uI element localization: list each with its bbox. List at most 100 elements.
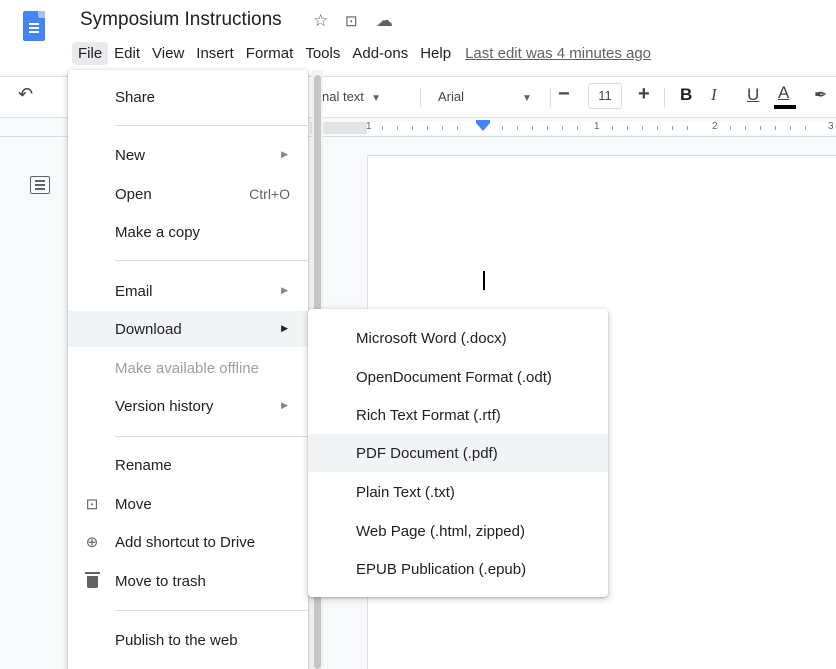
document-outline-icon[interactable] <box>30 176 50 194</box>
submenu-arrow-icon: ▶ <box>281 285 288 295</box>
menu-item-label: PDF Document (.pdf) <box>356 445 498 462</box>
menu-view[interactable]: View <box>146 42 190 65</box>
menu-insert[interactable]: Insert <box>190 42 240 65</box>
ruler-label: 3 <box>828 121 834 132</box>
menu-divider <box>115 610 308 611</box>
menu-item-move[interactable]: ⊡ Move <box>68 486 308 522</box>
ruler-tick <box>730 126 731 130</box>
shortcut-label: Ctrl+O <box>249 186 290 202</box>
last-edit-link[interactable]: Last edit was 4 minutes ago <box>465 45 651 62</box>
download-item-docx[interactable]: Microsoft Word (.docx) <box>308 319 608 357</box>
font-select[interactable]: Arial ▼ <box>438 89 532 104</box>
menu-help[interactable]: Help <box>414 42 457 65</box>
trash-icon <box>85 572 100 574</box>
ruler-tick <box>412 126 413 130</box>
underline-button[interactable]: U <box>747 85 759 105</box>
download-item-epub[interactable]: EPUB Publication (.epub) <box>308 550 608 588</box>
ruler-tick <box>382 126 383 130</box>
ruler-tick <box>657 126 658 130</box>
ruler-tick <box>760 126 761 130</box>
menu-item-make-copy[interactable]: Make a copy <box>68 214 308 250</box>
trash-icon <box>87 576 98 588</box>
menu-item-label: Move to trash <box>115 573 206 590</box>
font-size-input[interactable]: 11 <box>588 83 622 109</box>
ruler-tick <box>687 126 688 130</box>
menu-item-label: Publish to the web <box>115 632 238 649</box>
decrease-font-size-button[interactable]: − <box>558 83 570 106</box>
chevron-down-icon: ▼ <box>371 93 382 104</box>
menu-item-label: OpenDocument Format (.odt) <box>356 369 552 386</box>
download-item-odt[interactable]: OpenDocument Format (.odt) <box>308 358 608 396</box>
menu-divider <box>115 436 308 437</box>
download-item-rtf[interactable]: Rich Text Format (.rtf) <box>308 396 608 434</box>
ruler-label: 2 <box>712 121 718 132</box>
menu-item-label: Rename <box>115 457 172 474</box>
menu-item-label: Move <box>115 496 152 513</box>
download-item-html[interactable]: Web Page (.html, zipped) <box>308 512 608 550</box>
left-indent-handle[interactable] <box>476 123 490 131</box>
highlight-pen-icon[interactable]: ✒ <box>814 85 827 105</box>
menu-item-label: Email <box>115 283 153 300</box>
menu-format[interactable]: Format <box>240 42 300 65</box>
menu-item-label: Web Page (.html, zipped) <box>356 523 525 540</box>
bold-button[interactable]: B <box>680 85 692 105</box>
header: Symposium Instructions ☆ ⊡ ☁ File Edit V… <box>0 0 836 74</box>
ruler-tick <box>627 126 628 130</box>
menu-item-label: Add shortcut to Drive <box>115 534 256 551</box>
cloud-status-icon[interactable]: ☁ <box>376 11 393 31</box>
menu-item-rename[interactable]: Rename <box>68 447 308 483</box>
menu-item-move-to-trash[interactable]: Move to trash <box>68 563 308 599</box>
ruler-tick <box>517 126 518 130</box>
menubar: File Edit View Insert Format Tools Add-o… <box>72 40 651 66</box>
ruler-tick <box>672 126 673 130</box>
menu-item-make-available-offline: Make available offline <box>68 350 308 386</box>
menu-divider <box>115 260 308 261</box>
chevron-down-icon: ▼ <box>522 93 532 104</box>
text-color-button[interactable]: A <box>778 83 789 103</box>
submenu-arrow-icon: ▶ <box>281 149 288 159</box>
paragraph-style-select[interactable]: nal text ▼ <box>322 89 381 104</box>
menu-item-publish-to-web[interactable]: Publish to the web <box>68 622 308 658</box>
docs-logo-icon[interactable] <box>23 11 45 41</box>
menu-file[interactable]: File <box>72 41 109 65</box>
ruler-tick <box>562 126 563 130</box>
ruler-label: 1 <box>366 121 372 132</box>
download-item-pdf[interactable]: PDF Document (.pdf) <box>308 434 608 472</box>
ruler-tick <box>577 126 578 130</box>
move-to-folder-icon[interactable]: ⊡ <box>345 12 358 30</box>
ruler-tick <box>502 126 503 130</box>
toolbar-divider <box>550 88 551 108</box>
ruler-tick <box>745 126 746 130</box>
menu-item-download[interactable]: Download ▶ <box>68 311 308 347</box>
text-cursor <box>483 271 485 290</box>
move-icon: ⊡ <box>85 496 99 513</box>
menu-item-add-shortcut[interactable]: ⊕ Add shortcut to Drive <box>68 524 308 560</box>
ruler-tick <box>775 126 776 130</box>
menu-item-label: Plain Text (.txt) <box>356 484 455 501</box>
menu-item-open[interactable]: Open Ctrl+O <box>68 176 308 212</box>
file-menu: Share New ▶ Open Ctrl+O Make a copy Emai… <box>68 70 308 669</box>
menu-divider <box>115 125 308 126</box>
menu-item-new[interactable]: New ▶ <box>68 137 308 173</box>
undo-icon[interactable]: ↶ <box>18 84 33 105</box>
italic-button[interactable]: I <box>711 85 717 105</box>
document-title[interactable]: Symposium Instructions <box>80 9 282 31</box>
ruler-tick <box>532 126 533 130</box>
menu-item-email[interactable]: Email ▶ <box>68 273 308 309</box>
ruler-tick <box>427 126 428 130</box>
star-icon[interactable]: ☆ <box>313 11 328 31</box>
menu-item-version-history[interactable]: Version history ▶ <box>68 388 308 424</box>
menu-item-share[interactable]: Share <box>68 79 308 115</box>
ruler-tick <box>457 126 458 130</box>
menu-item-label: Share <box>115 89 156 106</box>
menu-edit[interactable]: Edit <box>108 42 146 65</box>
toolbar-divider <box>420 88 421 108</box>
submenu-arrow-icon: ▶ <box>281 323 288 333</box>
menu-addons[interactable]: Add-ons <box>346 42 414 65</box>
download-item-txt[interactable]: Plain Text (.txt) <box>308 473 608 511</box>
menu-item-label: Make available offline <box>115 360 259 377</box>
paragraph-style-value: nal text <box>322 89 364 104</box>
menu-tools[interactable]: Tools <box>299 42 346 65</box>
ruler-tick <box>442 126 443 130</box>
increase-font-size-button[interactable]: + <box>638 83 650 106</box>
